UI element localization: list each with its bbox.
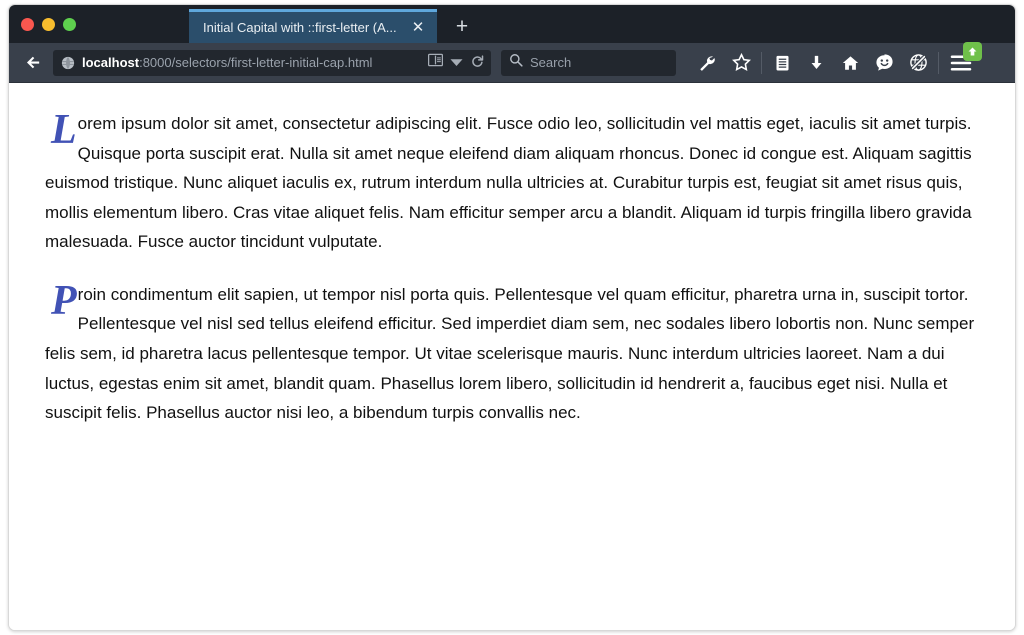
page-content: Lorem ipsum dolor sit amet, consectetur … bbox=[9, 83, 1015, 630]
download-icon[interactable] bbox=[799, 48, 833, 78]
search-placeholder: Search bbox=[530, 55, 572, 70]
toolbar-icons bbox=[690, 41, 1007, 78]
url-text: localhost:8000/selectors/first-letter-in… bbox=[82, 56, 421, 69]
reload-icon[interactable] bbox=[470, 53, 485, 73]
browser-window: Initial Capital with ::first-letter (A..… bbox=[8, 4, 1016, 631]
hamburger-menu-button[interactable] bbox=[944, 41, 982, 78]
chevron-down-icon[interactable] bbox=[450, 54, 463, 72]
url-host: localhost bbox=[82, 56, 140, 69]
toolbar-divider bbox=[761, 51, 762, 74]
update-available-badge[interactable] bbox=[963, 41, 982, 61]
navigation-toolbar: localhost:8000/selectors/first-letter-in… bbox=[9, 41, 1015, 83]
search-input[interactable]: Search bbox=[501, 49, 676, 76]
arrow-up-icon bbox=[968, 47, 977, 55]
close-tab-icon[interactable]: ✕ bbox=[409, 19, 427, 37]
star-icon[interactable] bbox=[724, 48, 758, 78]
reading-list-icon[interactable] bbox=[765, 48, 799, 78]
home-icon[interactable] bbox=[833, 48, 867, 78]
paragraph-2: Proin condimentum elit sapien, ut tempor… bbox=[45, 280, 981, 428]
address-bar-actions bbox=[428, 53, 485, 73]
drop-cap-letter-2: P bbox=[51, 277, 77, 324]
drop-cap-letter-1: L bbox=[51, 107, 77, 153]
smiley-icon[interactable] bbox=[867, 48, 901, 78]
back-button[interactable] bbox=[19, 49, 47, 77]
minimize-window-button[interactable] bbox=[42, 17, 55, 31]
tab-title: Initial Capital with ::first-letter (A..… bbox=[203, 21, 397, 34]
browser-tab-active[interactable]: Initial Capital with ::first-letter (A..… bbox=[189, 9, 437, 43]
paragraph-1-text: orem ipsum dolor sit amet, consectetur a… bbox=[45, 114, 972, 252]
address-bar[interactable]: localhost:8000/selectors/first-letter-in… bbox=[53, 49, 491, 76]
window-controls bbox=[9, 5, 88, 43]
url-path: :8000/selectors/first-letter-initial-cap… bbox=[139, 56, 373, 69]
wrench-icon[interactable] bbox=[690, 48, 724, 78]
new-tab-button[interactable]: + bbox=[445, 9, 479, 43]
search-icon bbox=[509, 53, 523, 72]
globe-favicon bbox=[61, 56, 75, 70]
tab-strip: Initial Capital with ::first-letter (A..… bbox=[9, 5, 1015, 43]
noscript-globe-icon[interactable] bbox=[901, 48, 935, 78]
paragraph-1: Lorem ipsum dolor sit amet, consectetur … bbox=[45, 109, 981, 257]
toolbar-divider-end bbox=[938, 51, 939, 74]
paragraph-2-text: roin condimentum elit sapien, ut tempor … bbox=[45, 284, 975, 423]
zoom-window-button[interactable] bbox=[63, 17, 76, 31]
close-window-button[interactable] bbox=[21, 17, 34, 31]
reader-mode-icon[interactable] bbox=[428, 53, 443, 72]
